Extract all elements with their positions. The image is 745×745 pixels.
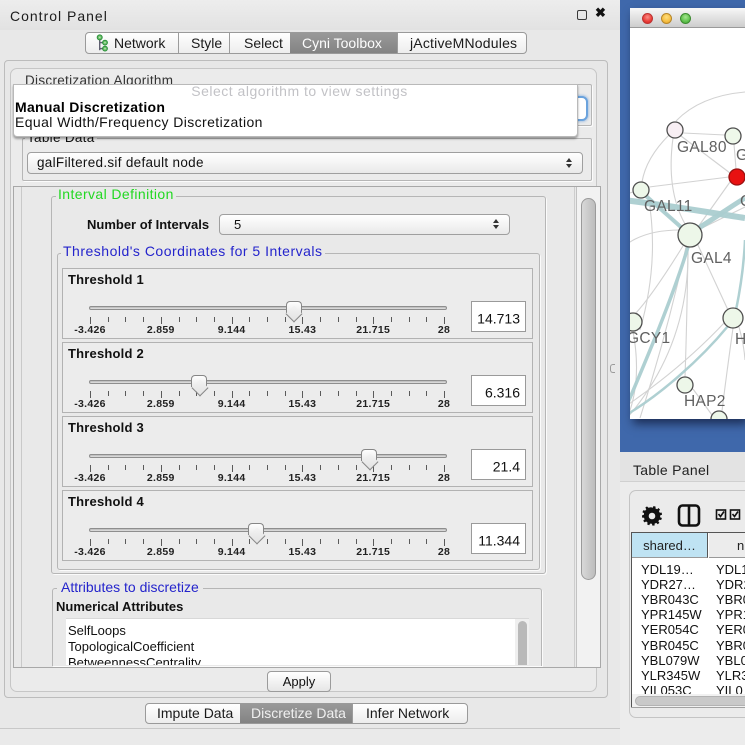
svg-text:C: C — [740, 193, 745, 210]
svg-text:GAL80: GAL80 — [677, 139, 727, 156]
svg-text:HAP2: HAP2 — [684, 393, 726, 410]
svg-text:GAL4: GAL4 — [691, 250, 732, 267]
svg-text:H: H — [735, 331, 745, 348]
svg-text:G: G — [736, 147, 745, 164]
svg-text:GAL11: GAL11 — [644, 198, 693, 215]
svg-text:GCY1: GCY1 — [630, 330, 670, 347]
